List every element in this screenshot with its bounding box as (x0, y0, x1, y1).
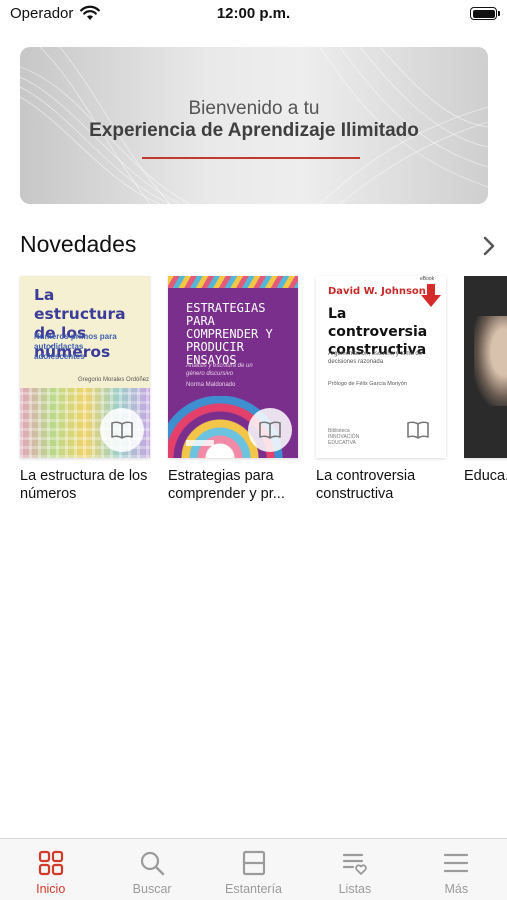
cover-subtitle: Análisis y escritura de un género discur… (186, 363, 253, 377)
book-card[interactable]: eBook David W. Johnson La controversia c… (316, 276, 446, 503)
book-card[interactable]: La estructura de los números Números pri… (20, 276, 150, 503)
book-card[interactable]: Educa... (464, 276, 507, 485)
status-bar: Operador 12:00 p.m. (0, 0, 507, 30)
publisher-logo (186, 440, 214, 446)
tab-bar: Inicio Buscar Estantería Listas Más (0, 838, 507, 900)
book-cover[interactable]: eBook David W. Johnson La controversia c… (316, 276, 446, 458)
read-badge[interactable] (100, 408, 144, 452)
cover-art (474, 316, 507, 406)
tab-estanteria[interactable]: Estantería (203, 839, 304, 900)
menu-icon (444, 853, 469, 873)
list-heart-icon (342, 853, 367, 875)
cover-subtitle: Números primos para autodidactas adolesc… (34, 332, 117, 361)
cover-author: Norma Maldonado (186, 382, 236, 388)
book-card[interactable]: ESTRATEGIAS PARA COMPRENDER Y PRODUCIR E… (168, 276, 298, 503)
cover-author: Gregorio Morales Ordóñez (78, 377, 150, 383)
read-badge[interactable] (396, 408, 440, 452)
book-title[interactable]: Estrategias para comprender y pr... (168, 467, 298, 503)
books-carousel[interactable]: La estructura de los números Números pri… (0, 276, 507, 516)
welcome-banner[interactable]: Bienvenido a tu Experiencia de Aprendiza… (20, 47, 488, 204)
section-title: Novedades (20, 231, 137, 257)
banner-divider (142, 157, 360, 159)
book-title[interactable]: La estructura de los números (20, 467, 150, 503)
cover-stripes (168, 276, 298, 288)
tab-inicio[interactable]: Inicio (0, 839, 101, 900)
open-book-icon (259, 421, 281, 439)
tab-label: Más (444, 882, 469, 896)
cover-author: David W. Johnson (328, 286, 426, 297)
shelf-icon (242, 850, 265, 876)
cover-subtitle: Argumentación, escucha y toma de decisio… (328, 351, 423, 365)
cover-title: ESTRATEGIAS PARA COMPRENDER Y PRODUCIR E… (186, 301, 273, 367)
read-badge[interactable] (248, 408, 292, 452)
tab-mas[interactable]: Más (406, 839, 507, 900)
tab-listas[interactable]: Listas (304, 839, 405, 900)
tab-label: Listas (338, 882, 372, 896)
cover-prologue: Prólogo de Félix García Moriyón (328, 381, 407, 387)
tab-label: Estantería (225, 882, 282, 896)
battery-icon (470, 7, 500, 20)
tab-label: Inicio (36, 882, 66, 896)
book-title[interactable]: Educa... (464, 467, 507, 485)
clock: 12:00 p.m. (216, 5, 291, 22)
banner-greeting: Bienvenido a tu (188, 98, 320, 119)
book-cover[interactable] (464, 276, 507, 458)
chevron-right-icon[interactable] (481, 235, 497, 257)
publisher-logo: Biblioteca INNOVACIÓN EDUCATIVA (328, 428, 360, 446)
search-icon (141, 851, 165, 876)
open-book-icon (111, 421, 133, 439)
book-title[interactable]: La controversia constructiva (316, 467, 446, 503)
grid-icon (38, 850, 63, 876)
banner-headline: Experiencia de Aprendizaje Ilimitado (89, 120, 419, 141)
tab-label: Buscar (132, 882, 172, 896)
book-cover[interactable]: ESTRATEGIAS PARA COMPRENDER Y PRODUCIR E… (168, 276, 298, 458)
tab-buscar[interactable]: Buscar (101, 839, 202, 900)
open-book-icon (407, 421, 429, 439)
book-cover[interactable]: La estructura de los números Números pri… (20, 276, 150, 458)
